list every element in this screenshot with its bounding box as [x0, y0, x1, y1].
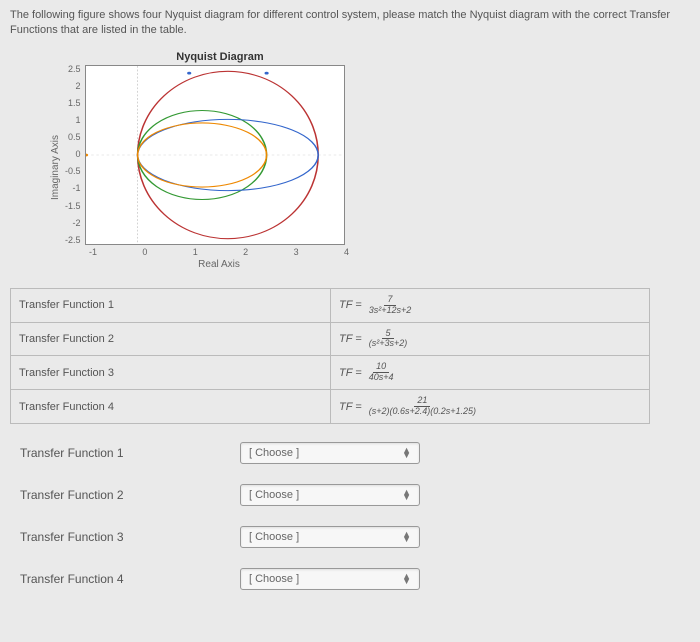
tf-label: Transfer Function 3	[11, 356, 331, 390]
match-row: Transfer Function 4 [ Choose ] ▲▼	[10, 568, 690, 590]
match-row: Transfer Function 2 [ Choose ] ▲▼	[10, 484, 690, 506]
dropdown-value: [ Choose ]	[249, 447, 299, 459]
choose-dropdown[interactable]: [ Choose ] ▲▼	[240, 568, 420, 590]
matching-section: Transfer Function 1 [ Choose ] ▲▼ Transf…	[10, 442, 690, 590]
dropdown-value: [ Choose ]	[249, 489, 299, 501]
nyquist-chart: Nyquist Diagram Imaginary Axis 2.5 2 1.5…	[50, 51, 690, 270]
tf-formula: TF = 21(s+2)(0.6s+2.4)(0.2s+1.25)	[331, 390, 650, 424]
question-instruction: The following figure shows four Nyquist …	[10, 8, 690, 39]
tf-formula: TF = 1040s+4	[331, 356, 650, 390]
dropdown-value: [ Choose ]	[249, 573, 299, 585]
chart-xlabel: Real Axis	[89, 259, 349, 270]
dropdown-value: [ Choose ]	[249, 531, 299, 543]
tf-formula: TF = 73s²+12s+2	[331, 288, 650, 322]
table-row: Transfer Function 2 TF = 5(s²+3s+2)	[11, 322, 650, 356]
tf-formula: TF = 5(s²+3s+2)	[331, 322, 650, 356]
match-row: Transfer Function 3 [ Choose ] ▲▼	[10, 526, 690, 548]
match-label: Transfer Function 1	[20, 446, 240, 460]
tf-label: Transfer Function 4	[11, 390, 331, 424]
tf-label: Transfer Function 1	[11, 288, 331, 322]
match-label: Transfer Function 4	[20, 572, 240, 586]
table-row: Transfer Function 3 TF = 1040s+4	[11, 356, 650, 390]
choose-dropdown[interactable]: [ Choose ] ▲▼	[240, 526, 420, 548]
updown-icon: ▲▼	[402, 574, 411, 585]
table-row: Transfer Function 1 TF = 73s²+12s+2	[11, 288, 650, 322]
match-row: Transfer Function 1 [ Choose ] ▲▼	[10, 442, 690, 464]
nyquist-plot	[85, 65, 345, 245]
match-label: Transfer Function 2	[20, 488, 240, 502]
chart-yticks: 2.5 2 1.5 1 0.5 0 -0.5 -1 -1.5 -2 -2.5	[65, 65, 85, 245]
table-row: Transfer Function 4 TF = 21(s+2)(0.6s+2.…	[11, 390, 650, 424]
choose-dropdown[interactable]: [ Choose ] ▲▼	[240, 442, 420, 464]
chart-title: Nyquist Diagram	[80, 51, 360, 63]
updown-icon: ▲▼	[402, 532, 411, 543]
chart-xticks: -1 0 1 2 3 4	[89, 247, 349, 257]
updown-icon: ▲▼	[402, 448, 411, 459]
choose-dropdown[interactable]: [ Choose ] ▲▼	[240, 484, 420, 506]
transfer-function-table: Transfer Function 1 TF = 73s²+12s+2 Tran…	[10, 288, 650, 424]
updown-icon: ▲▼	[402, 490, 411, 501]
match-label: Transfer Function 3	[20, 530, 240, 544]
tf-label: Transfer Function 2	[11, 322, 331, 356]
chart-ylabel: Imaginary Axis	[50, 135, 61, 200]
